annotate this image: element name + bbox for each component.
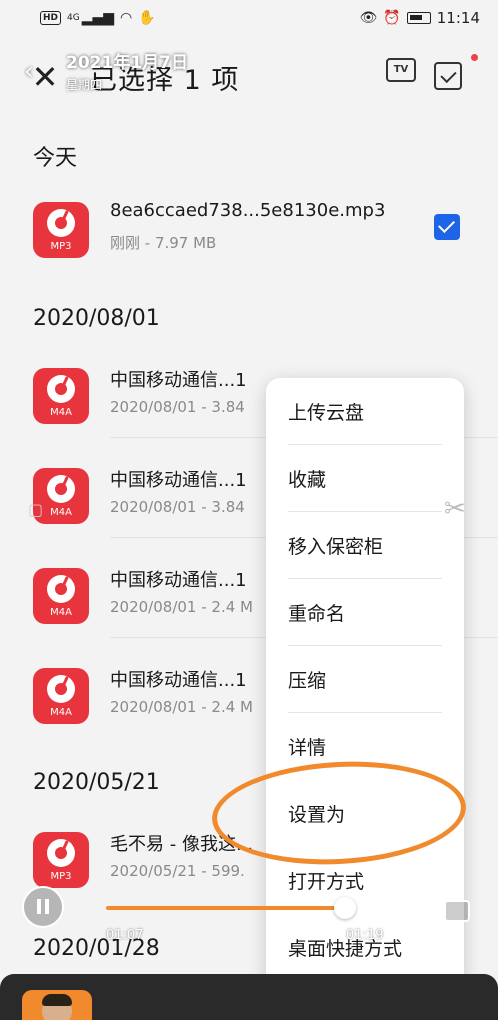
progress-fill xyxy=(106,906,345,910)
section-header: 2020/08/01 xyxy=(33,306,160,331)
total-time: 01:19 xyxy=(346,928,384,943)
menu-item-favorite[interactable]: 收藏 xyxy=(266,445,464,512)
floating-window-icon[interactable] xyxy=(432,886,472,926)
overlay-date: 2021年1月7日 xyxy=(66,53,188,73)
bottom-media-bar xyxy=(0,974,498,1020)
alarm-icon: ⏰ xyxy=(383,10,401,26)
menu-item-rename[interactable]: 重命名 xyxy=(266,579,464,646)
overlay-weekday: 星期四 xyxy=(66,78,103,92)
file-name: 8ea6ccaed738...5e8130e.mp3 xyxy=(110,200,386,221)
section-header: 今天 xyxy=(33,146,78,171)
hd-badge: HD xyxy=(40,11,62,25)
menu-item-upload-cloud[interactable]: 上传云盘 xyxy=(266,378,464,445)
file-meta: 2020/08/01 - 3.84 xyxy=(110,398,245,416)
select-all-icon[interactable] xyxy=(434,62,462,90)
audio-file-icon: MP3 xyxy=(33,202,89,258)
file-meta: 2020/08/01 - 3.84 xyxy=(110,498,245,516)
file-row[interactable]: MP3 8ea6ccaed738...5e8130e.mp3 刚刚 - 7.97… xyxy=(0,192,498,272)
audio-file-icon: M4A xyxy=(33,368,89,424)
file-checkbox-checked[interactable] xyxy=(434,214,460,240)
back-arrow-icon[interactable]: ‹ xyxy=(24,59,46,83)
signal-icon: ▂▄▆ xyxy=(81,10,115,26)
file-meta: 2020/08/01 - 2.4 M xyxy=(110,598,253,616)
record-icon[interactable]: ▢ xyxy=(28,500,46,522)
wifi-icon: ◠ xyxy=(120,10,133,26)
status-bar: HD 4G ▂▄▆ ◠ ✋ 👁 ⏰ 11:14 xyxy=(0,0,498,36)
scissors-icon[interactable]: ✂ xyxy=(444,494,472,524)
status-time: 11:14 xyxy=(436,9,480,27)
section-header: 2020/05/21 xyxy=(33,770,160,795)
file-name: 中国移动通信...1 xyxy=(110,370,247,391)
file-name: 中国移动通信...1 xyxy=(110,470,247,491)
current-time: 01:07 xyxy=(106,928,144,943)
notification-dot xyxy=(471,54,478,61)
pause-button[interactable] xyxy=(22,886,64,928)
audio-file-icon: M4A xyxy=(33,668,89,724)
file-meta: 刚刚 - 7.97 MB xyxy=(110,234,217,252)
file-name: 中国移动通信...1 xyxy=(110,670,247,691)
hand-icon: ✋ xyxy=(138,10,156,26)
audio-file-icon: M4A xyxy=(33,568,89,624)
menu-item-move-to-safe[interactable]: 移入保密柜 xyxy=(266,512,464,579)
menu-item-compress[interactable]: 压缩 xyxy=(266,646,464,713)
file-name: 中国移动通信...1 xyxy=(110,570,247,591)
video-player-controls: 01:07 01:19 xyxy=(0,866,498,946)
progress-thumb[interactable] xyxy=(333,897,356,919)
file-meta: 2020/08/01 - 2.4 M xyxy=(110,698,253,716)
selection-header: ✕ 已选择 1 项 ‹ 2021年1月7日 星期四 TV xyxy=(0,36,498,116)
video-thumbnail[interactable] xyxy=(22,990,92,1020)
network-type: 4G xyxy=(67,13,80,23)
eye-icon: 👁 xyxy=(359,10,378,26)
progress-slider[interactable] xyxy=(106,897,390,919)
tv-cast-icon[interactable]: TV xyxy=(386,58,416,82)
battery-icon xyxy=(406,12,431,24)
